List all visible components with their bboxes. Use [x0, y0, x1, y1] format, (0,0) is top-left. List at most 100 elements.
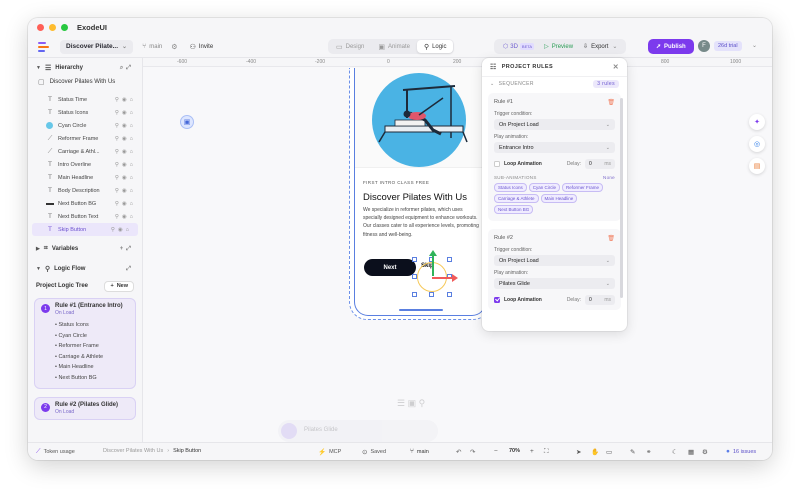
layer-actions-icons[interactable]: ⚲◉⌂	[115, 162, 136, 168]
sub-animation-chip[interactable]: Reformer Frame	[562, 183, 604, 192]
rule-card-2[interactable]: 2 Rule #2 (Pilates Glide) On Load	[34, 396, 136, 420]
panel-scrollbar[interactable]	[620, 98, 623, 298]
layout-button[interactable]: ▦	[688, 448, 697, 456]
resize-handle[interactable]	[447, 257, 452, 262]
layer-status-icons[interactable]: T Status Icons ⚲◉⌂	[28, 106, 142, 119]
avatar[interactable]: F	[698, 40, 710, 52]
chevron-down-icon[interactable]: ⌄	[490, 81, 495, 87]
minimize-window-button[interactable]	[49, 23, 56, 31]
rule-card-1[interactable]: 1 Rule #1 (Entrance Intro) On Load • Sta…	[34, 298, 136, 389]
main-headline[interactable]: Discover Pilates With Us	[363, 192, 467, 203]
settings-button[interactable]: ⚙	[702, 448, 711, 456]
select-tool-button[interactable]: ➤	[576, 448, 584, 456]
layer-actions-icons[interactable]: ⚲◉⌂	[115, 149, 136, 155]
layer-body-description[interactable]: T Body Description ⚲◉⌂	[28, 184, 142, 197]
loop-checkbox[interactable]	[494, 296, 500, 303]
preview-button[interactable]: ▷ Preview	[539, 43, 578, 51]
branch-status[interactable]: ⑂ main	[410, 448, 429, 455]
settings-button[interactable]: ⚙	[171, 43, 180, 51]
link-tool-button[interactable]: ⚭	[646, 448, 654, 456]
fit-screen-button[interactable]: ⛶	[544, 448, 552, 456]
layer-actions-icons[interactable]: ⚲◉⌂	[111, 227, 132, 233]
reformer-illustration[interactable]	[355, 68, 486, 168]
trigger-select[interactable]: On Project Load ⌄	[494, 255, 615, 266]
invite-button[interactable]: ⚇ Invite	[190, 43, 214, 51]
sub-animation-chip[interactable]: Cyan Circle	[528, 183, 561, 192]
layer-actions-icons[interactable]: ⚲◉⌂	[115, 110, 136, 116]
undo-button[interactable]: ↶	[456, 448, 464, 456]
body-description[interactable]: We specialize in reformer pilates, which…	[363, 206, 481, 239]
y-axis-gizmo[interactable]	[432, 254, 434, 276]
layer-next-button-bg[interactable]: Next Button BG ⚲◉⌂	[28, 197, 142, 210]
layer-actions-icons[interactable]: ⚲◉⌂	[115, 123, 136, 129]
trial-badge[interactable]: 26d trial	[714, 41, 742, 51]
trigger-select[interactable]: On Project Load ⌄	[494, 119, 615, 130]
palette-button[interactable]: ◎	[749, 136, 765, 152]
delay-input[interactable]: 0 ms	[585, 158, 615, 169]
resize-handle[interactable]	[412, 257, 417, 262]
layer-actions-icons[interactable]: ⚲◉⌂	[115, 175, 136, 181]
breadcrumb-current[interactable]: Skip Button	[173, 448, 201, 454]
document-button[interactable]: ▤	[749, 158, 765, 174]
layer-carriage-athlete[interactable]: ⟋ Carriage & Athl... ⚲◉⌂	[28, 145, 142, 158]
resize-handle[interactable]	[412, 292, 417, 297]
app-logo-icon[interactable]	[38, 41, 50, 53]
breadcrumb-page[interactable]: Discover Pilates With Us	[103, 448, 163, 454]
resize-handle[interactable]	[429, 292, 434, 297]
variables-header[interactable]: ▶ ⌗ Variables +⤢	[28, 242, 142, 256]
resize-handle[interactable]	[447, 292, 452, 297]
layer-actions-icons[interactable]: ⚲◉⌂	[115, 136, 136, 142]
page-item[interactable]: ▢ Discover Pilates With Us	[28, 75, 142, 89]
none-button[interactable]: None	[603, 175, 615, 180]
intro-overline[interactable]: FIRST INTRO CLASS FREE	[363, 180, 429, 185]
design-canvas[interactable]: -600 -400 -200 0 200 400 600 800 1000 ▣	[143, 58, 772, 442]
zoom-in-button[interactable]: +	[530, 448, 537, 455]
pen-tool-button[interactable]: ✎	[630, 448, 638, 456]
layer-actions-icons[interactable]: ⚲◉⌂	[115, 188, 136, 194]
delay-input[interactable]: 0 ms	[585, 294, 615, 305]
zoom-level[interactable]: 70%	[509, 448, 520, 454]
redo-button[interactable]: ↷	[470, 448, 478, 456]
animation-select[interactable]: Pilates Glide ⌄	[494, 278, 615, 289]
layer-skip-button[interactable]: T Skip Button ⚲◉⌂	[32, 223, 138, 236]
layer-cyan-circle[interactable]: Cyan Circle ⚲◉⌂	[28, 119, 142, 132]
layer-main-headline[interactable]: T Main Headline ⚲◉⌂	[28, 171, 142, 184]
tab-design[interactable]: ▭ Design	[329, 40, 371, 53]
sub-animation-chip[interactable]: Status Icons	[494, 183, 527, 192]
layer-actions-icons[interactable]: ⚲◉⌂	[115, 97, 136, 103]
sub-animation-chip[interactable]: Main Headline	[540, 194, 578, 203]
layer-reformer-frame[interactable]: ⟋ Reformer Frame ⚲◉⌂	[28, 132, 142, 145]
close-window-button[interactable]	[37, 23, 44, 31]
tab-animate[interactable]: ▣ Animate	[371, 40, 417, 53]
layer-actions-icons[interactable]: ⚲◉⌂	[115, 201, 136, 207]
viewport-icon[interactable]: ▣	[180, 115, 194, 129]
animation-select[interactable]: Entrance Intro ⌄	[494, 142, 615, 153]
search-expand-icons[interactable]: ⌕⤢	[120, 65, 134, 72]
hand-tool-button[interactable]: ✋	[591, 448, 602, 456]
theme-toggle-button[interactable]: ☾	[672, 448, 681, 456]
layer-next-button-text[interactable]: T Next Button Text ⚲◉⌂	[28, 210, 142, 223]
branch-selector[interactable]: ⑂ main	[142, 43, 162, 50]
hierarchy-header[interactable]: ▼ ☰ Hierarchy ⌕⤢	[28, 61, 142, 75]
export-button[interactable]: ⇩ Export ⌄	[578, 43, 622, 51]
3d-button[interactable]: ⬡ 3D BETA	[498, 43, 539, 50]
comment-tool-button[interactable]: ▭	[606, 448, 615, 456]
sub-animation-chip[interactable]: Next Button BG	[494, 205, 534, 214]
resize-handle[interactable]	[412, 274, 417, 279]
loop-checkbox[interactable]	[494, 160, 500, 167]
logic-flow-header[interactable]: ▼ ⚲ Logic Flow ⤢	[28, 262, 142, 276]
sub-animation-chip[interactable]: Carriage & Athlete	[494, 194, 539, 203]
trash-icon[interactable]: 🗑	[607, 235, 615, 242]
close-icon[interactable]: ✕	[613, 63, 619, 71]
project-selector[interactable]: Discover Pilate... ⌄	[60, 39, 134, 54]
next-button[interactable]: Next	[364, 259, 416, 276]
issues-button[interactable]: ● 16 issues	[726, 448, 756, 455]
trash-icon[interactable]: 🗑	[607, 99, 615, 106]
ai-sparkle-button[interactable]: ✦	[749, 114, 765, 130]
zoom-out-button[interactable]: −	[494, 448, 501, 455]
y-axis-arrow[interactable]	[429, 250, 437, 256]
publish-button[interactable]: ➚ Publish	[648, 39, 694, 54]
tab-logic[interactable]: ⚲ Logic	[416, 40, 454, 53]
token-usage-button[interactable]: ⟋ Token usage	[36, 448, 75, 456]
new-rule-button[interactable]: + New	[104, 280, 134, 292]
